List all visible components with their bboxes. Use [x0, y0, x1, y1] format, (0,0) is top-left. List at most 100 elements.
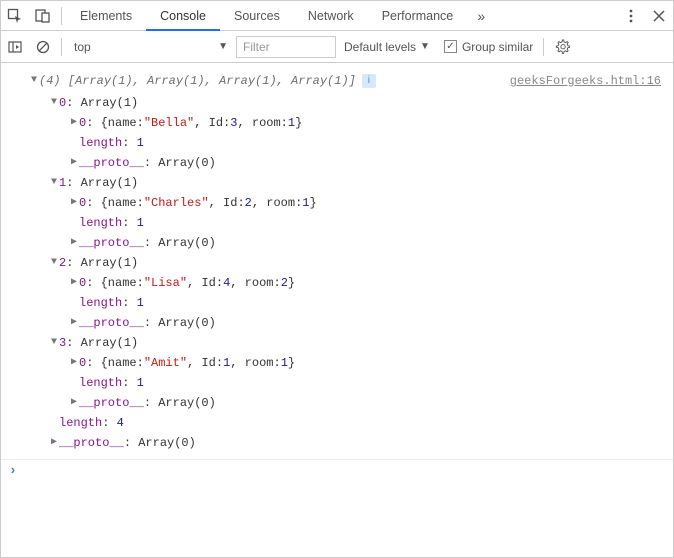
index-key: 0: [59, 93, 66, 113]
proto-value: Array(0): [138, 433, 196, 453]
tab-network[interactable]: Network: [294, 1, 368, 31]
separator: [61, 38, 62, 56]
log-summary: (4) [Array(1), Array(1), Array(1), Array…: [1, 69, 673, 93]
object-row: 0: {name: "Lisa", Id: 4, room: 2}: [1, 273, 673, 293]
name-value: "Lisa": [144, 273, 187, 293]
expand-toggle[interactable]: [69, 353, 79, 373]
console-output: (4) [Array(1), Array(1), Array(1), Array…: [1, 63, 673, 481]
index-key: 3: [59, 333, 66, 353]
expand-toggle[interactable]: [49, 253, 59, 273]
index-key: 1: [59, 173, 66, 193]
proto-value: Array(0): [158, 233, 216, 253]
separator: [543, 38, 544, 56]
length-key: length: [79, 213, 122, 233]
id-value: 3: [230, 113, 237, 133]
length-key: length: [79, 293, 122, 313]
id-value: 1: [223, 353, 230, 373]
length-value: 1: [137, 213, 144, 233]
expand-toggle[interactable]: [69, 153, 79, 173]
room-value: 1: [281, 353, 288, 373]
expand-toggle[interactable]: [69, 233, 79, 253]
expand-toggle[interactable]: [49, 333, 59, 353]
proto-key: __proto__: [79, 153, 144, 173]
array-label: Array(1): [81, 253, 139, 273]
id-value: 2: [245, 193, 252, 213]
array-index-row: 1: Array(1): [1, 173, 673, 193]
proto-value: Array(0): [158, 153, 216, 173]
chevron-down-icon: ▼: [420, 41, 430, 52]
length-value: 1: [137, 293, 144, 313]
levels-label: Default levels: [344, 40, 416, 54]
expand-toggle[interactable]: [69, 313, 79, 333]
index-key: 2: [59, 253, 66, 273]
kebab-menu-icon[interactable]: [617, 1, 645, 31]
room-value: 1: [302, 193, 309, 213]
group-similar-toggle[interactable]: ✓ Group similar: [438, 40, 539, 54]
length-value: 1: [137, 373, 144, 393]
expand-toggle[interactable]: [69, 193, 79, 213]
console-toolbar: top ▼ Filter Default levels ▼ ✓ Group si…: [1, 31, 673, 63]
separator: [61, 7, 62, 25]
room-value: 1: [288, 113, 295, 133]
sidebar-toggle-icon[interactable]: [1, 31, 29, 63]
expand-toggle[interactable]: [49, 93, 59, 113]
expand-toggle[interactable]: [69, 393, 79, 413]
id-value: 4: [223, 273, 230, 293]
array-index-row: 3: Array(1): [1, 333, 673, 353]
index-key: 0: [79, 273, 86, 293]
checkbox-icon: ✓: [444, 40, 457, 53]
more-tabs-icon[interactable]: »: [467, 1, 495, 31]
proto-row: __proto__: Array(0): [1, 393, 673, 413]
settings-icon[interactable]: [548, 31, 576, 63]
device-toggle-icon[interactable]: [29, 1, 57, 31]
expand-toggle[interactable]: [69, 113, 79, 133]
info-icon[interactable]: i: [362, 74, 376, 88]
inspect-icon[interactable]: [1, 1, 29, 31]
devtools-tabbar: Elements Console Sources Network Perform…: [1, 1, 673, 31]
length-value: 4: [117, 413, 124, 433]
array-preview: [Array(1), Array(1), Array(1), Array(1)]: [68, 71, 356, 91]
log-levels-selector[interactable]: Default levels ▼: [336, 40, 438, 54]
array-label: Array(1): [81, 333, 139, 353]
proto-value: Array(0): [158, 393, 216, 413]
filter-input[interactable]: Filter: [236, 36, 336, 58]
proto-row: __proto__: Array(0): [1, 153, 673, 173]
expand-toggle[interactable]: [49, 433, 59, 453]
name-value: "Charles": [144, 193, 209, 213]
tab-performance[interactable]: Performance: [368, 1, 468, 31]
proto-value: Array(0): [158, 313, 216, 333]
console-input-row[interactable]: ›: [1, 459, 673, 481]
array-index-row: 0: Array(1): [1, 93, 673, 113]
tab-console[interactable]: Console: [146, 1, 220, 31]
tab-elements[interactable]: Elements: [66, 1, 146, 31]
name-value: "Bella": [144, 113, 194, 133]
proto-row: __proto__: Array(0): [1, 313, 673, 333]
source-link[interactable]: geeksForgeeks.html:16: [510, 71, 665, 91]
proto-key: __proto__: [59, 433, 124, 453]
length-key: length: [59, 413, 102, 433]
length-key: length: [79, 373, 122, 393]
expand-toggle[interactable]: [49, 173, 59, 193]
proto-key: __proto__: [79, 313, 144, 333]
expand-toggle[interactable]: [29, 71, 39, 91]
index-key: 0: [79, 113, 86, 133]
group-label: Group similar: [462, 40, 533, 54]
context-selector[interactable]: top ▼: [66, 36, 236, 58]
chevron-down-icon: ▼: [218, 41, 228, 52]
length-key: length: [79, 133, 122, 153]
length-value: 1: [137, 133, 144, 153]
room-value: 2: [281, 273, 288, 293]
expand-toggle[interactable]: [69, 273, 79, 293]
outer-proto-row: __proto__: Array(0): [1, 433, 673, 453]
clear-console-icon[interactable]: [29, 31, 57, 63]
filter-placeholder: Filter: [243, 40, 270, 54]
array-label: Array(1): [81, 93, 139, 113]
object-row: 0: {name: "Amit", Id: 1, room: 1}: [1, 353, 673, 373]
outer-length-row: length: 4: [1, 413, 673, 433]
object-row: 0: {name: "Charles", Id: 2, room: 1}: [1, 193, 673, 213]
close-icon[interactable]: [645, 1, 673, 31]
context-label: top: [74, 40, 91, 54]
length-row: length: 1: [1, 133, 673, 153]
tab-sources[interactable]: Sources: [220, 1, 294, 31]
array-label: Array(1): [81, 173, 139, 193]
